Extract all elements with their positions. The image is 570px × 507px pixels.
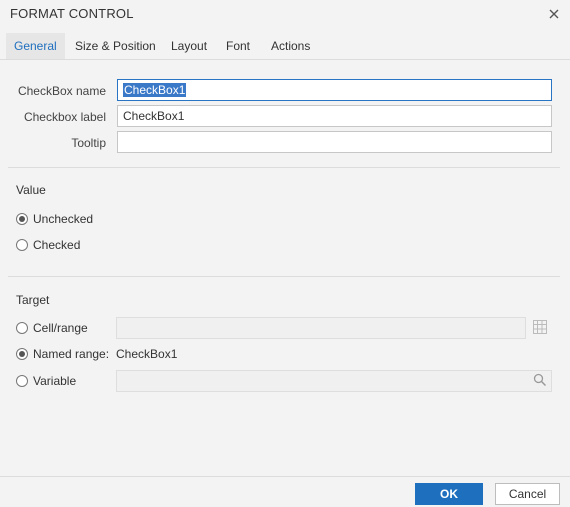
radio-label: Checked [33, 238, 81, 252]
tooltip-label: Tooltip [71, 136, 106, 150]
radio-label: Unchecked [33, 212, 94, 226]
title-bar: FORMAT CONTROL [0, 0, 570, 28]
tab-actions[interactable]: Actions [263, 33, 318, 59]
target-section-title: Target [16, 293, 50, 307]
radio-unchecked[interactable]: Unchecked [16, 211, 93, 227]
radio-cell-range[interactable]: Cell/range [16, 320, 88, 336]
radio-named-range[interactable]: Named range: [16, 346, 109, 362]
radio-button[interactable] [16, 348, 28, 360]
ok-button[interactable]: OK [415, 483, 483, 505]
value-section-title: Value [16, 183, 46, 197]
tab-size-position[interactable]: Size & Position [67, 33, 164, 59]
checkbox-name-value: CheckBox1 [123, 83, 187, 97]
checkbox-label-field[interactable]: CheckBox1 [117, 105, 552, 127]
radio-checked[interactable]: Checked [16, 237, 80, 253]
divider [8, 276, 560, 277]
checkbox-label-label: Checkbox label [23, 110, 106, 124]
checkbox-name-field[interactable]: CheckBox1 [117, 79, 552, 101]
cell-range-field[interactable] [116, 317, 526, 339]
tab-general[interactable]: General [6, 33, 65, 59]
divider [8, 167, 560, 168]
radio-button[interactable] [16, 213, 28, 225]
tab-layout[interactable]: Layout [163, 33, 215, 59]
search-icon[interactable] [533, 373, 547, 387]
close-icon[interactable] [547, 7, 561, 21]
checkbox-name-label: CheckBox name [17, 84, 106, 98]
named-range-value: CheckBox1 [116, 347, 178, 361]
dialog-title: FORMAT CONTROL [10, 6, 134, 21]
dialog-footer [0, 476, 570, 507]
grid-icon[interactable] [533, 320, 547, 334]
tab-font[interactable]: Font [218, 33, 258, 59]
radio-button[interactable] [16, 375, 28, 387]
variable-field[interactable] [116, 370, 552, 392]
radio-label: Cell/range [33, 321, 88, 335]
radio-button[interactable] [16, 322, 28, 334]
radio-button[interactable] [16, 239, 28, 251]
tab-bar: General Size & Position Layout Font Acti… [0, 33, 570, 60]
tooltip-field[interactable] [117, 131, 552, 153]
format-control-dialog: FORMAT CONTROL General Size & Position L… [0, 0, 570, 507]
radio-label: Named range: [33, 347, 110, 361]
cancel-button[interactable]: Cancel [495, 483, 560, 505]
radio-label: Variable [33, 374, 77, 388]
radio-variable[interactable]: Variable [16, 373, 76, 389]
